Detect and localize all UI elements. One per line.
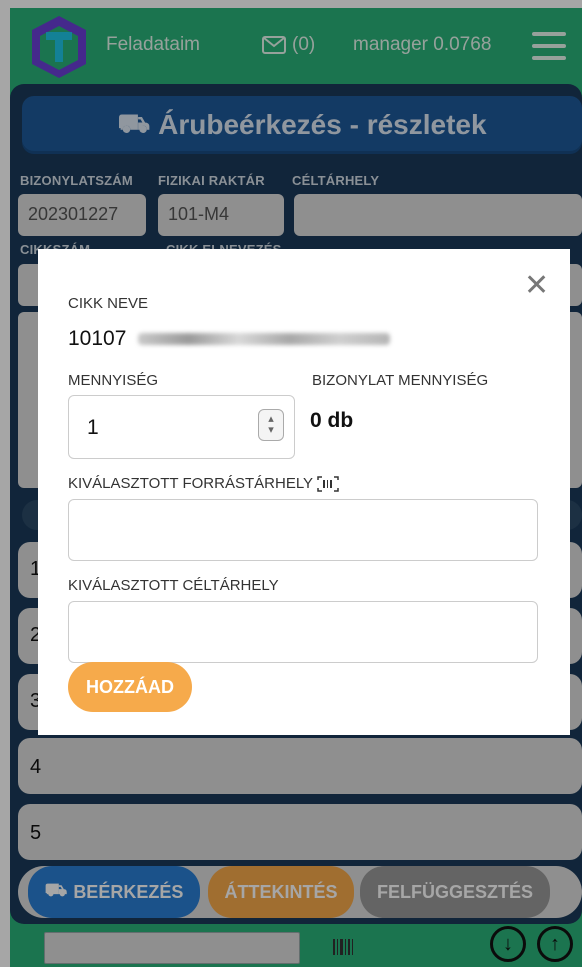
- item-name-value: 10107: [68, 327, 127, 350]
- source-location-label: KIVÁLASZTOTT FORRÁSTÁRHELY: [68, 475, 314, 492]
- doc-quantity-label: BIZONYLAT MENNYISÉG: [312, 372, 489, 389]
- barcode-scan-icon[interactable]: [317, 475, 339, 492]
- quantity-stepper[interactable]: 1 ▴ ▾: [68, 395, 295, 459]
- item-name-label: CIKK NEVE: [68, 295, 149, 312]
- stepper-arrows-icon[interactable]: ▴ ▾: [258, 409, 284, 441]
- quantity-label: MENNYISÉG: [68, 372, 159, 389]
- item-name-redacted: [138, 333, 390, 345]
- close-icon[interactable]: ✕: [524, 271, 549, 301]
- target-location-label: KIVÁLASZTOTT CÉLTÁRHELY: [68, 577, 279, 594]
- source-location-label-row: KIVÁLASZTOTT FORRÁSTÁRHELY: [68, 475, 339, 492]
- add-item-dialog: ✕ CIKK NEVE 10107 MENNYISÉG BIZONYLAT ME…: [38, 249, 570, 735]
- target-location-input[interactable]: [68, 601, 538, 663]
- doc-quantity-value: 0 db: [310, 409, 354, 432]
- quantity-value: 1: [87, 416, 99, 439]
- source-location-input[interactable]: [68, 499, 538, 561]
- add-button[interactable]: HOZZÁAD: [68, 662, 192, 712]
